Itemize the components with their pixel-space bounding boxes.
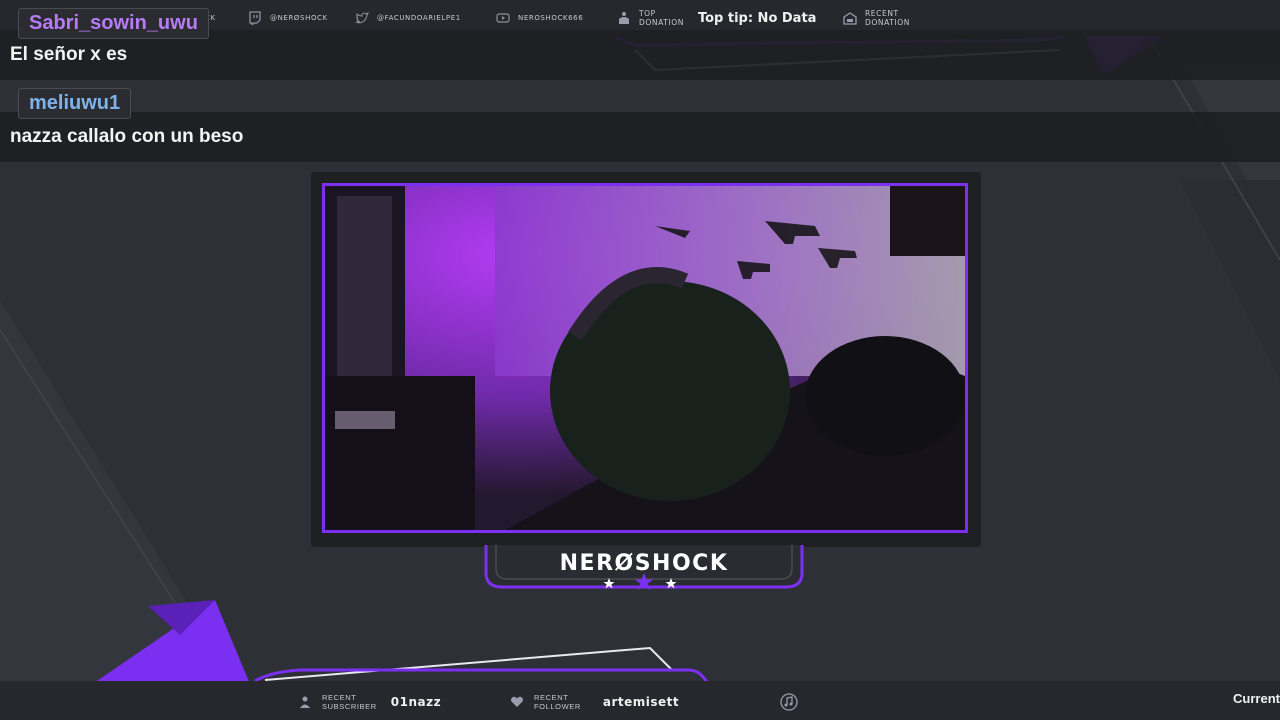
- twitter-social: @FACUNDOARIELPE1: [355, 10, 461, 26]
- twitter-icon: [355, 11, 369, 24]
- chat-username: meliuwu1: [18, 88, 132, 119]
- chat-username: Sabri_sowin_uwu: [18, 8, 209, 39]
- current-label: Current: [1233, 691, 1280, 706]
- youtube-social: NEROSHOCK666: [496, 10, 583, 26]
- youtube-icon: [496, 13, 510, 23]
- subscriber-icon: [300, 696, 310, 708]
- bottom-info-bar: RECENT SUBSCRIBER 01nazz RECENT FOLLOWER…: [0, 681, 1280, 720]
- twitch-social: @NERØSHOCK: [248, 10, 328, 26]
- twitch-icon: [249, 11, 261, 25]
- stars-decoration: [603, 573, 677, 590]
- gift-icon: [843, 12, 857, 25]
- chat-message: meliuwu1 nazza callalo con un beso: [0, 88, 1280, 162]
- top-donation-value: Top tip: No Data: [697, 10, 817, 26]
- chat-message: Sabri_sowin_uwu El señor x es: [0, 8, 1280, 80]
- top-donation: TOP DONATION Top tip: No Data: [617, 9, 817, 27]
- recent-subscriber-value: 01nazz: [390, 695, 442, 709]
- recent-subscriber-label: RECENT SUBSCRIBER: [322, 693, 377, 711]
- streamer-nameplate: NERØSHOCK: [484, 545, 804, 591]
- recent-follower-label: RECENT FOLLOWER: [534, 693, 581, 711]
- music-icon: [780, 693, 798, 711]
- heart-icon: [510, 696, 524, 707]
- recent-donation: RECENT DONATION: [843, 9, 910, 27]
- recent-subscriber: RECENT SUBSCRIBER 01nazz: [298, 693, 441, 711]
- recent-follower: RECENT FOLLOWER artemisett: [510, 693, 679, 711]
- webcam-scene: [325, 186, 965, 530]
- recent-donation-label: RECENT DONATION: [865, 9, 910, 27]
- webcam-video: [322, 183, 968, 533]
- recent-follower-value: artemisett: [602, 695, 680, 709]
- top-donation-label: TOP DONATION: [639, 9, 684, 27]
- donation-icon: [619, 12, 629, 24]
- chat-message-text: El señor x es: [10, 44, 128, 65]
- music-widget: [780, 693, 798, 711]
- chat-message-text: nazza callalo con un beso: [10, 126, 244, 147]
